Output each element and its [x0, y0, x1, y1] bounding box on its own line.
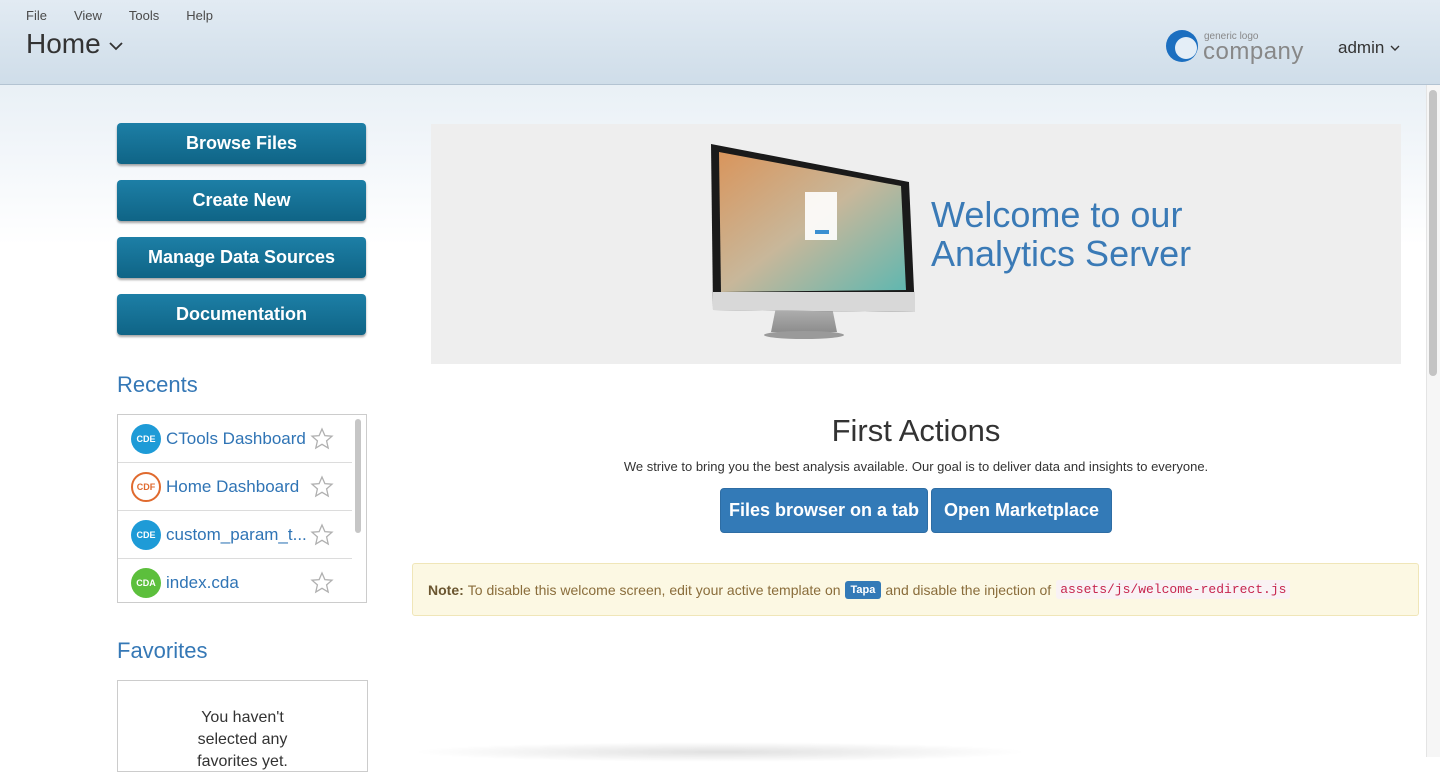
note-label: Note: — [428, 581, 464, 598]
note-code: assets/js/welcome-redirect.js — [1056, 580, 1291, 599]
company-logo: generic logo company — [1165, 29, 1310, 65]
star-icon[interactable] — [310, 474, 334, 499]
user-name: admin — [1338, 38, 1385, 57]
chevron-down-icon — [109, 41, 123, 50]
welcome-note: Note: To disable this welcome screen, ed… — [412, 563, 1419, 616]
recents-list[interactable]: CDE CTools Dashboard CDF Home Dashboard … — [117, 414, 367, 603]
top-bar: File View Tools Help Home generic logo c… — [0, 0, 1440, 85]
star-icon[interactable] — [310, 426, 334, 451]
first-actions-title: First Actions — [831, 413, 1001, 448]
browse-files-button[interactable]: Browse Files — [117, 123, 366, 164]
star-icon[interactable] — [310, 522, 334, 547]
menu-file[interactable]: File — [26, 8, 47, 23]
recents-title: Recents — [117, 372, 198, 397]
tapa-tag: Tapa — [844, 580, 882, 599]
documentation-button[interactable]: Documentation — [117, 294, 366, 335]
cde-icon: CDE — [131, 423, 161, 454]
user-menu[interactable]: admin — [1338, 38, 1400, 58]
star-icon[interactable] — [310, 570, 334, 595]
monitor-icon — [711, 144, 915, 339]
recent-label[interactable]: Home Dashboard — [166, 477, 299, 497]
perspective-switcher[interactable]: Home — [26, 28, 123, 60]
logo-text: company — [1203, 38, 1304, 65]
recent-label[interactable]: CTools Dashboard — [166, 429, 306, 449]
cde-icon: CDE — [131, 519, 161, 550]
recent-label[interactable]: index.cda — [166, 573, 239, 593]
note-text-2: and disable the injection of — [885, 581, 1052, 598]
create-new-button[interactable]: Create New — [117, 180, 366, 221]
list-item[interactable]: CDA index.cda — [118, 559, 352, 602]
note-text-1: To disable this welcome screen, edit you… — [467, 581, 841, 598]
menu-view[interactable]: View — [74, 8, 102, 23]
page-scrollbar-thumb[interactable] — [1429, 90, 1437, 376]
welcome-heading: Welcome to our Analytics Server — [931, 195, 1191, 273]
welcome-line-1: Welcome to our — [931, 194, 1183, 235]
cdf-icon: CDF — [131, 471, 161, 502]
welcome-line-2: Analytics Server — [931, 233, 1192, 274]
bottom-shadow — [410, 742, 1030, 762]
first-actions-tagline: We strive to bring you the best analysis… — [623, 459, 1209, 474]
favorites-list: You haven't selected any favorites yet. … — [117, 680, 368, 772]
cda-icon: CDA — [131, 567, 161, 598]
menu-help[interactable]: Help — [186, 8, 213, 23]
files-browser-tab-button[interactable]: Files browser on a tab — [720, 488, 928, 533]
favorites-title: Favorites — [117, 638, 208, 663]
menu-tools[interactable]: Tools — [129, 8, 159, 23]
menu-bar: File View Tools Help — [26, 8, 240, 23]
logo-mark-icon — [1166, 30, 1198, 62]
open-marketplace-button[interactable]: Open Marketplace — [931, 488, 1112, 533]
welcome-banner: Welcome to our Analytics Server — [431, 124, 1401, 364]
manage-data-sources-button[interactable]: Manage Data Sources — [117, 237, 366, 278]
chevron-down-icon — [1390, 45, 1400, 51]
recents-scrollbar-thumb[interactable] — [355, 419, 361, 533]
list-item[interactable]: CDE CTools Dashboard — [118, 415, 352, 463]
list-item[interactable]: CDF Home Dashboard — [118, 463, 352, 511]
favorites-empty-message: You haven't selected any favorites yet. … — [197, 709, 288, 770]
recent-label[interactable]: custom_param_t... — [166, 525, 307, 545]
page-title: Home — [26, 28, 101, 59]
list-item[interactable]: CDE custom_param_t... — [118, 511, 352, 559]
